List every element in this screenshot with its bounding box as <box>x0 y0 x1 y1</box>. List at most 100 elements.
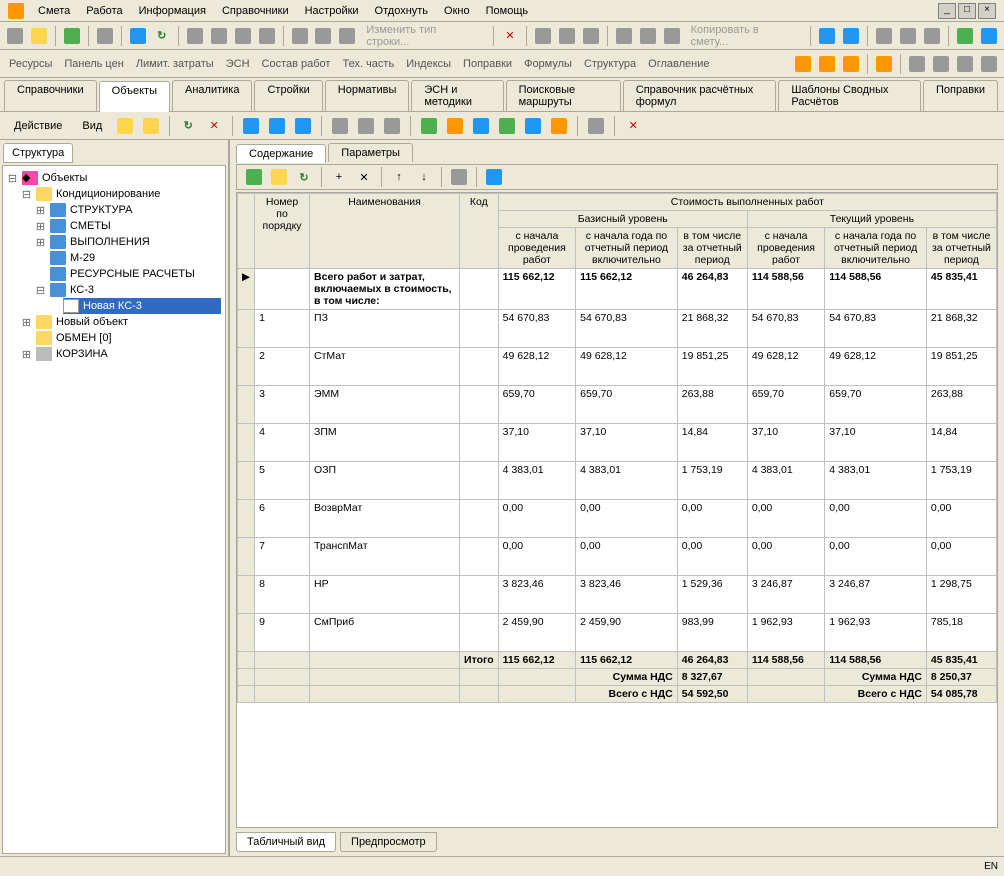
cell[interactable] <box>460 576 499 614</box>
cell[interactable]: 659,70 <box>747 386 824 424</box>
cell[interactable]: 4 383,01 <box>747 462 824 500</box>
close-button[interactable]: × <box>978 3 996 19</box>
col-t2[interactable]: с начала года по отчетный период включит… <box>825 228 927 269</box>
link-struktura[interactable]: Структура <box>579 56 641 72</box>
tb-icon-k[interactable] <box>613 25 635 47</box>
tb-icon-c[interactable] <box>232 25 254 47</box>
cell[interactable]: 21 868,32 <box>926 310 996 348</box>
cell[interactable]: 49 628,12 <box>825 348 927 386</box>
col-b3[interactable]: в том числе за отчетный период <box>677 228 747 269</box>
cell[interactable]: 2 459,90 <box>576 614 678 652</box>
tb-truck2-icon[interactable] <box>816 53 838 75</box>
cell[interactable]: 0,00 <box>677 538 747 576</box>
tree-obmen[interactable]: ОБМЕН [0] <box>21 330 221 346</box>
minimize-button[interactable]: _ <box>938 3 956 19</box>
cell[interactable]: ВозврМат <box>310 500 460 538</box>
cell[interactable]: 115 662,12 <box>576 269 678 310</box>
menu-smeta[interactable]: Смета <box>30 3 78 19</box>
cell[interactable]: 6 <box>255 500 310 538</box>
menu-sprav[interactable]: Справочники <box>214 3 297 19</box>
tb-icon-n[interactable] <box>816 25 838 47</box>
link-esn[interactable]: ЭСН <box>221 56 255 72</box>
ar-icon-10[interactable] <box>496 115 518 137</box>
ar-icon-3[interactable] <box>292 115 314 137</box>
maximize-button[interactable]: □ <box>958 3 976 19</box>
cell[interactable]: 1 753,19 <box>926 462 996 500</box>
col-name[interactable]: Наименования <box>310 194 460 269</box>
link-tech[interactable]: Тех. часть <box>337 56 399 72</box>
cell[interactable]: 0,00 <box>825 500 927 538</box>
cell[interactable] <box>460 310 499 348</box>
sidebar-tab-struktura[interactable]: Структура <box>3 143 73 163</box>
menu-info[interactable]: Информация <box>131 3 214 19</box>
tb-truck3-icon[interactable] <box>840 53 862 75</box>
cell[interactable]: 0,00 <box>498 500 575 538</box>
mt-exit-icon[interactable] <box>483 166 505 188</box>
tb-truck1-icon[interactable] <box>792 53 814 75</box>
cell[interactable]: 1 962,93 <box>825 614 927 652</box>
tree-resursnye[interactable]: РЕСУРСНЫЕ РАСЧЕТЫ <box>35 266 221 282</box>
menu-rabota[interactable]: Работа <box>78 3 130 19</box>
cell[interactable]: 49 628,12 <box>576 348 678 386</box>
cell[interactable]: 659,70 <box>825 386 927 424</box>
cell[interactable]: ОЗП <box>310 462 460 500</box>
link-price-panel[interactable]: Панель цен <box>59 56 128 72</box>
cell[interactable]: 19 851,25 <box>677 348 747 386</box>
cell[interactable]: 263,88 <box>926 386 996 424</box>
tab-popravki[interactable]: Поправки <box>923 80 998 111</box>
ar-folder-icon[interactable] <box>140 115 162 137</box>
link-limit[interactable]: Лимит. затраты <box>131 56 219 72</box>
tb-indent4-icon[interactable] <box>978 53 1000 75</box>
col-num[interactable]: Номер по порядку <box>255 194 310 269</box>
tb-book-icon[interactable] <box>954 25 976 47</box>
cell[interactable]: 1 753,19 <box>677 462 747 500</box>
cell[interactable]: 114 588,56 <box>825 269 927 310</box>
ar-icon-12[interactable] <box>548 115 570 137</box>
tb-copy-smeta-label[interactable]: Копировать в смету... <box>685 22 806 50</box>
tab-spravochniki[interactable]: Справочники <box>4 80 97 111</box>
cell[interactable]: 49 628,12 <box>498 348 575 386</box>
cell[interactable]: 114 588,56 <box>747 269 824 310</box>
link-resources[interactable]: Ресурсы <box>4 56 57 72</box>
tb-new-icon[interactable] <box>4 25 26 47</box>
ar-folder-up-icon[interactable] <box>114 115 136 137</box>
cell[interactable]: 3 246,87 <box>747 576 824 614</box>
content-tab-soderzh[interactable]: Содержание <box>236 144 326 163</box>
menu-nastroiki[interactable]: Настройки <box>297 3 367 19</box>
cell[interactable]: 2 459,90 <box>498 614 575 652</box>
ar-refresh-icon[interactable]: ↻ <box>177 115 199 137</box>
col-t1[interactable]: с начала проведения работ <box>747 228 824 269</box>
cell[interactable]: 263,88 <box>677 386 747 424</box>
cell[interactable]: 0,00 <box>926 538 996 576</box>
cell[interactable]: 54 670,83 <box>498 310 575 348</box>
tb-icon-f[interactable] <box>312 25 334 47</box>
tb-search-icon[interactable] <box>94 25 116 47</box>
tb-indent2-icon[interactable] <box>930 53 952 75</box>
menu-okno[interactable]: Окно <box>436 3 478 19</box>
link-formuly[interactable]: Формулы <box>519 56 577 72</box>
tree-vypoln[interactable]: ⊞ВЫПОЛНЕНИЯ <box>35 234 221 250</box>
tb-icon-j[interactable] <box>580 25 602 47</box>
cell[interactable]: СтМат <box>310 348 460 386</box>
cell[interactable]: ЗПМ <box>310 424 460 462</box>
mt-excel-icon[interactable] <box>243 166 265 188</box>
cell[interactable]: 0,00 <box>747 500 824 538</box>
mt-add-icon[interactable]: + <box>328 166 350 188</box>
view-button[interactable]: Вид <box>74 118 110 134</box>
ar-icon-5[interactable] <box>355 115 377 137</box>
cell[interactable] <box>460 269 499 310</box>
cell[interactable]: 4 383,01 <box>825 462 927 500</box>
tab-sprav-formul[interactable]: Справочник расчётных формул <box>623 80 777 111</box>
tree-novy[interactable]: ⊞Новый объект <box>21 314 221 330</box>
col-b1[interactable]: с начала проведения работ <box>498 228 575 269</box>
data-grid[interactable]: Номер по порядку Наименования Код Стоимо… <box>237 193 997 703</box>
link-sostav[interactable]: Состав работ <box>257 56 336 72</box>
cell[interactable]: 5 <box>255 462 310 500</box>
tab-shablony[interactable]: Шаблоны Сводных Расчётов <box>778 80 921 111</box>
cell[interactable]: ПЗ <box>310 310 460 348</box>
cell[interactable]: 54 670,83 <box>576 310 678 348</box>
tb-icon-r[interactable] <box>921 25 943 47</box>
mt-delete-icon[interactable]: ✕ <box>353 166 375 188</box>
cell[interactable]: 37,10 <box>576 424 678 462</box>
cell[interactable]: 785,18 <box>926 614 996 652</box>
